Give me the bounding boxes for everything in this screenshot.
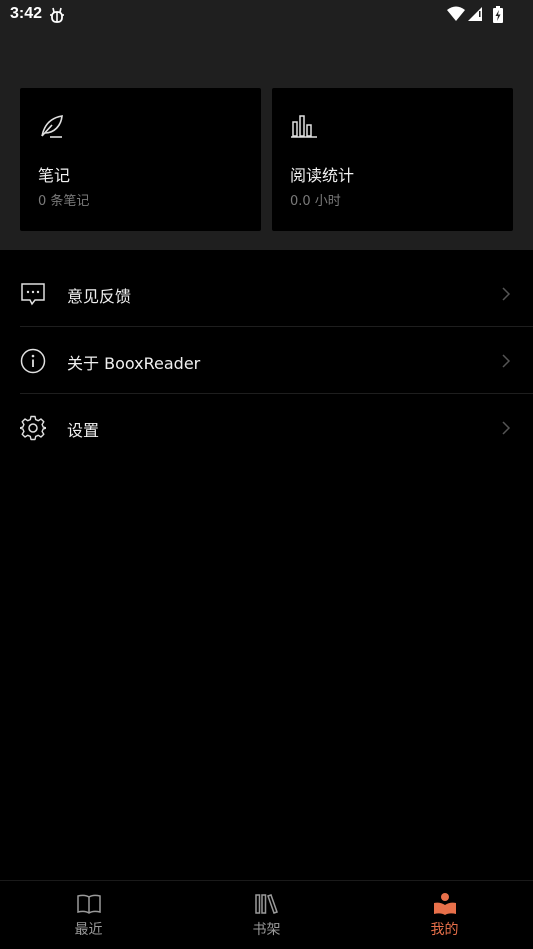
book-icon — [76, 894, 101, 914]
notes-card-title: 笔记 — [38, 166, 71, 185]
menu-label-about: 关于 BooxReader — [67, 354, 201, 373]
bottom-navigation: 最近 书架 我的 — [0, 880, 533, 949]
nav-label-recent: 最近 — [74, 922, 103, 938]
nav-tab-bookshelf[interactable]: 书架 — [178, 881, 355, 949]
menu-item-feedback[interactable]: 意见反馈 — [0, 260, 533, 327]
bookshelf-icon — [254, 894, 278, 914]
status-time: 3:42 — [10, 5, 43, 22]
chevron-right-icon — [502, 421, 511, 435]
nav-label-me: 我的 — [430, 922, 459, 938]
menu-item-settings[interactable]: 设置 — [0, 394, 533, 461]
chevron-right-icon — [502, 354, 511, 368]
signal-icon — [468, 7, 482, 21]
settings-menu: 意见反馈 关于 BooxReader 设置 — [0, 260, 533, 461]
nav-tab-me[interactable]: 我的 — [356, 881, 533, 949]
wifi-icon — [447, 6, 465, 21]
menu-item-about[interactable]: 关于 BooxReader — [0, 327, 533, 394]
reading-stats-card-title: 阅读统计 — [290, 166, 355, 185]
bar-chart-icon — [291, 115, 317, 138]
reader-person-icon — [433, 893, 456, 915]
feather-icon — [41, 115, 63, 138]
feedback-icon — [21, 283, 45, 306]
info-icon — [20, 348, 46, 374]
nav-label-bookshelf: 书架 — [252, 922, 281, 938]
chevron-right-icon — [502, 287, 511, 301]
menu-label-feedback: 意见反馈 — [67, 287, 132, 306]
status-bar: 3:42 — [0, 0, 533, 30]
reading-stats-card-hours: 0.0 小时 — [290, 194, 341, 209]
notes-card[interactable]: 笔记 0 条笔记 — [20, 88, 261, 231]
nav-tab-recent[interactable]: 最近 — [0, 881, 177, 949]
battery-charging-icon — [493, 6, 503, 23]
menu-label-settings: 设置 — [67, 421, 100, 440]
bug-icon — [50, 7, 64, 23]
notes-card-count: 0 条笔记 — [38, 194, 90, 209]
reading-stats-card[interactable]: 阅读统计 0.0 小时 — [272, 88, 513, 231]
gear-icon — [20, 415, 46, 441]
